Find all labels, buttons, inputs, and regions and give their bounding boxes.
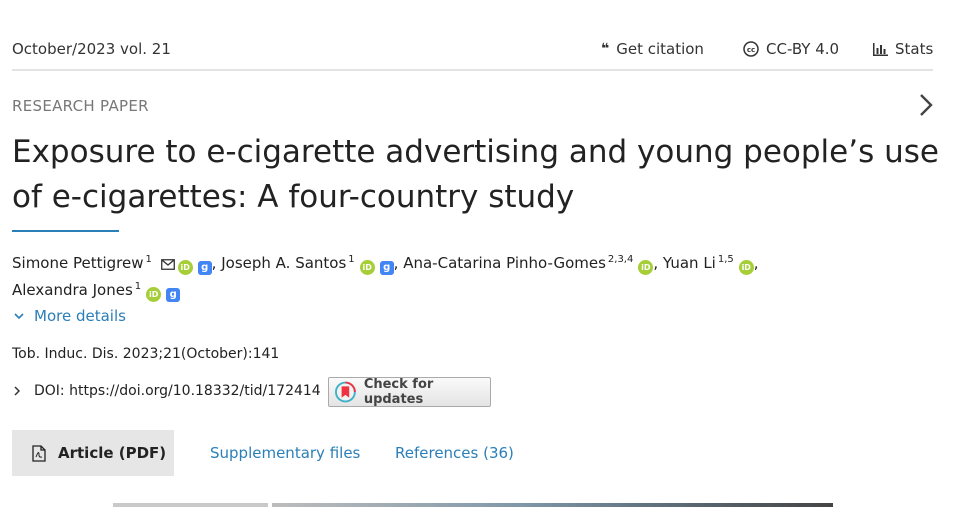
tab-references[interactable]: References (36) [395,444,514,462]
google-scholar-icon[interactable]: g [197,261,212,275]
tab-supplementary-files[interactable]: Supplementary files [210,444,360,462]
more-details-toggle[interactable]: More details [14,307,126,325]
crossmark-icon [335,381,356,403]
orcid-icon[interactable]: iD [177,260,193,275]
author-affiliation: 1 [134,281,142,292]
chevron-right-icon[interactable] [915,92,937,118]
stats-link[interactable]: Stats [873,40,933,58]
chevron-down-icon [14,312,24,319]
author-affiliation: 2,3,4 [607,254,634,265]
envelope-icon[interactable] [160,259,175,270]
doi-text[interactable]: DOI: https://doi.org/10.18332/tid/172414 [34,383,321,399]
author-affiliation: 1 [348,254,355,265]
chevron-right-icon [14,386,20,396]
orcid-icon[interactable]: iD [359,260,375,275]
author-affiliation: 1 [145,254,152,265]
author: Yuan Li 1,5iD, [663,254,759,275]
doi-toggle[interactable]: DOI: https://doi.org/10.18332/tid/172414 [14,383,321,399]
bar-chart-icon [873,42,888,56]
get-citation-link[interactable]: ❝ Get citation [601,40,704,58]
svg-text:cc: cc [747,46,755,54]
google-scholar-icon[interactable]: g [379,261,394,275]
author-name[interactable]: Yuan Li [663,254,716,272]
author: Simone Pettigrew 1 iD g, [12,254,222,275]
tab-article-pdf-label: Article (PDF) [58,444,167,462]
pdf-file-icon [32,444,46,462]
author: Ana-Catarina Pinho-Gomes 2,3,4iD, [403,254,663,275]
article-title: Exposure to e-cigarette advertising and … [12,134,939,215]
orcid-icon[interactable]: iD [738,260,754,275]
figure-banner-image [272,503,833,507]
orcid-icon[interactable]: iD [146,287,162,302]
author: Joseph A. Santos 1iD g, [221,254,404,275]
author-name[interactable]: Simone Pettigrew [12,254,144,272]
get-citation-label: Get citation [616,40,704,58]
check-for-updates-label: Check for updates [363,377,434,407]
author-name[interactable]: Alexandra Jones [12,281,133,299]
article-type: RESEARCH PAPER [12,97,149,115]
author-name[interactable]: Joseph A. Santos [221,254,346,272]
quote-icon: ❝ [601,41,610,57]
license-link[interactable]: cc CC-BY 4.0 [743,40,839,58]
check-for-updates-button[interactable]: Check for updates [328,377,491,407]
stats-label: Stats [895,40,934,58]
creative-commons-icon: cc [743,41,759,57]
license-label: CC-BY 4.0 [766,40,840,58]
more-details-label: More details [34,307,126,325]
tab-article-pdf[interactable]: Article (PDF) [12,430,174,476]
author-affiliation: 1,5 [717,254,734,265]
title-underline [12,230,119,232]
orcid-icon[interactable]: iD [638,260,654,275]
author-list: Simone Pettigrew 1 iD g, Joseph A. Santos 1… [12,248,952,302]
figure-thumbnail [113,503,268,507]
author-name[interactable]: Ana-Catarina Pinho-Gomes [403,254,606,272]
google-scholar-icon[interactable]: g [166,288,181,302]
author: Alexandra Jones 1 iD g [12,281,181,302]
header-divider [12,69,933,71]
issue-label: October/2023 vol. 21 [12,40,171,58]
journal-citation: Tob. Induc. Dis. 2023;21(October):141 [12,346,280,362]
